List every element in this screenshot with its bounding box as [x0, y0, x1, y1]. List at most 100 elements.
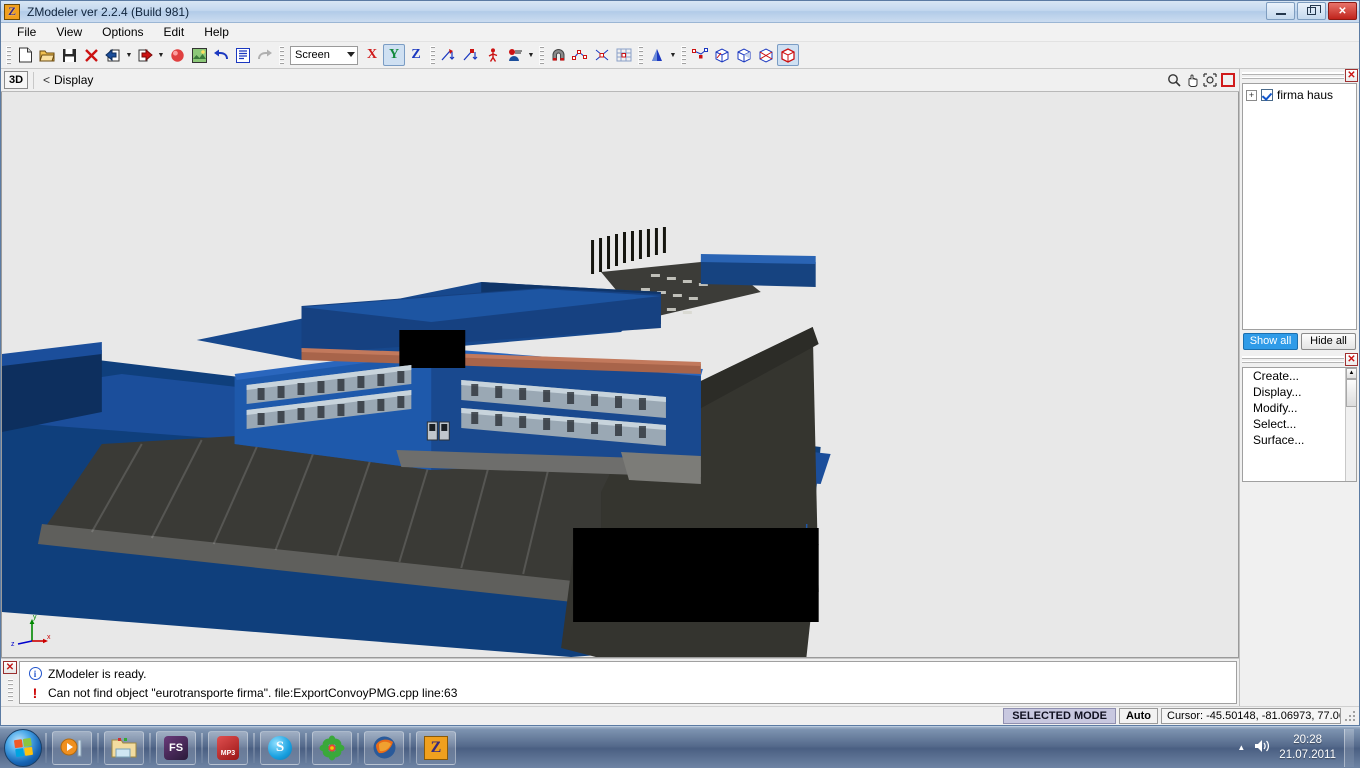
command-item-surface[interactable]: Surface...	[1243, 432, 1356, 448]
command-panel-close-button[interactable]: ✕	[1345, 352, 1358, 366]
tray-chevron-icon[interactable]: ▲	[1237, 743, 1245, 752]
taskbar-file-explorer[interactable]	[104, 730, 144, 765]
import-dropdown-arrow[interactable]: ▼	[124, 44, 134, 66]
viewport-3d[interactable]: y x z	[1, 92, 1239, 658]
snap-edge-button[interactable]	[460, 44, 482, 66]
log-entry-list[interactable]: i ZModeler is ready. ! Can not find obje…	[19, 661, 1237, 704]
toolbar-grip-3[interactable]	[430, 45, 435, 65]
export-button[interactable]	[134, 44, 156, 66]
element-all-button[interactable]	[777, 44, 799, 66]
object-panel-header: ✕	[1240, 69, 1359, 82]
scrollbar-thumb[interactable]	[1346, 378, 1356, 407]
import-button[interactable]	[102, 44, 124, 66]
properties-button[interactable]	[232, 44, 254, 66]
volume-icon[interactable]	[1253, 738, 1271, 757]
coordinate-system-select[interactable]: Screen	[290, 45, 358, 65]
element-poly-button[interactable]	[733, 44, 755, 66]
menu-item-view[interactable]: View	[46, 23, 92, 41]
pan-tool-icon[interactable]	[1183, 71, 1200, 88]
status-bar: SELECTED MODE Auto Cursor: -45.50148, -8…	[1, 706, 1359, 725]
taskbar-firefox[interactable]	[364, 730, 404, 765]
cone-dropdown-arrow[interactable]: ▼	[668, 44, 678, 66]
material-button[interactable]	[166, 44, 188, 66]
render-button[interactable]	[504, 44, 526, 66]
grid-select-button[interactable]	[613, 44, 635, 66]
object-panel-close-button[interactable]: ✕	[1345, 69, 1358, 82]
redo-button[interactable]	[254, 44, 276, 66]
axis-x-button[interactable]: X	[361, 44, 383, 66]
toolbar-grip-5[interactable]	[638, 45, 643, 65]
expand-icon[interactable]: +	[1246, 89, 1257, 101]
element-vertex-button[interactable]	[689, 44, 711, 66]
zoom-tool-icon[interactable]	[1165, 71, 1182, 88]
show-all-button[interactable]: Show all	[1243, 332, 1298, 350]
command-list-scrollbar[interactable]: ▲	[1345, 367, 1356, 481]
close-button[interactable]: ✕	[1328, 2, 1357, 20]
menu-item-help[interactable]: Help	[194, 23, 239, 41]
axis-gizmo: y x z	[11, 614, 51, 647]
cone-primitive-button[interactable]	[646, 44, 668, 66]
magnet-button[interactable]	[547, 44, 569, 66]
snap-vertex-button[interactable]	[438, 44, 460, 66]
command-item-display[interactable]: Display...	[1243, 384, 1356, 400]
undo-button[interactable]	[210, 44, 232, 66]
render-dropdown-arrow[interactable]: ▼	[526, 44, 536, 66]
new-file-button[interactable]	[14, 44, 36, 66]
log-panel-grip[interactable]	[7, 679, 13, 703]
status-auto-button[interactable]: Auto	[1118, 708, 1158, 724]
show-desktop-button[interactable]	[1344, 728, 1354, 767]
edge-select-button[interactable]	[591, 44, 613, 66]
status-cursor-coords: Cursor: -45.50148, -81.06973, 77.0651:	[1161, 708, 1341, 724]
menu-item-options[interactable]: Options	[92, 23, 153, 41]
menu-item-file[interactable]: File	[7, 23, 46, 41]
taskbar-skype[interactable]: S	[260, 730, 300, 765]
command-item-select[interactable]: Select...	[1243, 416, 1356, 432]
rotate-tool-icon[interactable]	[1201, 71, 1218, 88]
command-item-create[interactable]: Create...	[1243, 368, 1356, 384]
command-item-modify[interactable]: Modify...	[1243, 400, 1356, 416]
object-panel-grip[interactable]	[1242, 72, 1344, 79]
log-panel-close-button[interactable]: ✕	[3, 661, 17, 674]
viewport-mode-button[interactable]: 3D	[4, 71, 28, 89]
toolbar-grip-6[interactable]	[681, 45, 686, 65]
tree-item-firma-haus[interactable]: + firma haus	[1243, 84, 1356, 106]
taskbar-fs-app[interactable]: FS	[156, 730, 196, 765]
menu-item-edit[interactable]: Edit	[154, 23, 195, 41]
scroll-up-button[interactable]: ▲	[1346, 367, 1356, 379]
taskbar-clock[interactable]: 20:28 21.07.2011	[1279, 733, 1336, 763]
viewport-view-name[interactable]: Display	[54, 73, 93, 87]
texture-button[interactable]	[188, 44, 210, 66]
resize-grip[interactable]	[1344, 710, 1356, 722]
open-file-button[interactable]	[36, 44, 58, 66]
vertex-select-button[interactable]	[569, 44, 591, 66]
hide-all-button[interactable]: Hide all	[1301, 332, 1356, 350]
taskbar-zmodeler[interactable]: Z	[416, 730, 456, 765]
delete-button[interactable]	[80, 44, 102, 66]
command-panel-grip[interactable]	[1242, 355, 1344, 363]
element-object-button[interactable]	[755, 44, 777, 66]
object-tree[interactable]: + firma haus	[1242, 83, 1357, 330]
maximize-button[interactable]	[1297, 2, 1326, 20]
taskbar-icq[interactable]	[312, 730, 352, 765]
viewport-back-button[interactable]: <	[39, 73, 54, 87]
export-dropdown-arrow[interactable]: ▼	[156, 44, 166, 66]
toolbar-grip-2[interactable]	[279, 45, 284, 65]
minimize-button[interactable]	[1266, 2, 1295, 20]
start-button[interactable]	[4, 728, 42, 767]
main-area: 3D < Display y x z ✕ i ZModeler is ready…	[1, 69, 1359, 706]
save-file-button[interactable]	[58, 44, 80, 66]
windows-logo-icon	[13, 737, 33, 758]
axis-z-button[interactable]: Z	[405, 44, 427, 66]
visibility-checkbox[interactable]	[1261, 89, 1273, 101]
maximize-viewport-icon[interactable]	[1219, 71, 1236, 88]
viewport-column: 3D < Display y x z ✕ i ZModeler is ready…	[1, 69, 1239, 706]
toolbar-grip[interactable]	[6, 45, 11, 65]
taskbar-windows-media-player[interactable]	[52, 730, 92, 765]
toolbar-grip-4[interactable]	[539, 45, 544, 65]
taskbar-mp3-app[interactable]: MP3	[208, 730, 248, 765]
walk-mode-button[interactable]	[482, 44, 504, 66]
axis-y-button[interactable]: Y	[383, 44, 405, 66]
element-face-button[interactable]	[711, 44, 733, 66]
clock-date: 21.07.2011	[1279, 748, 1336, 761]
command-list[interactable]: Create... Display... Modify... Select...…	[1242, 366, 1357, 482]
